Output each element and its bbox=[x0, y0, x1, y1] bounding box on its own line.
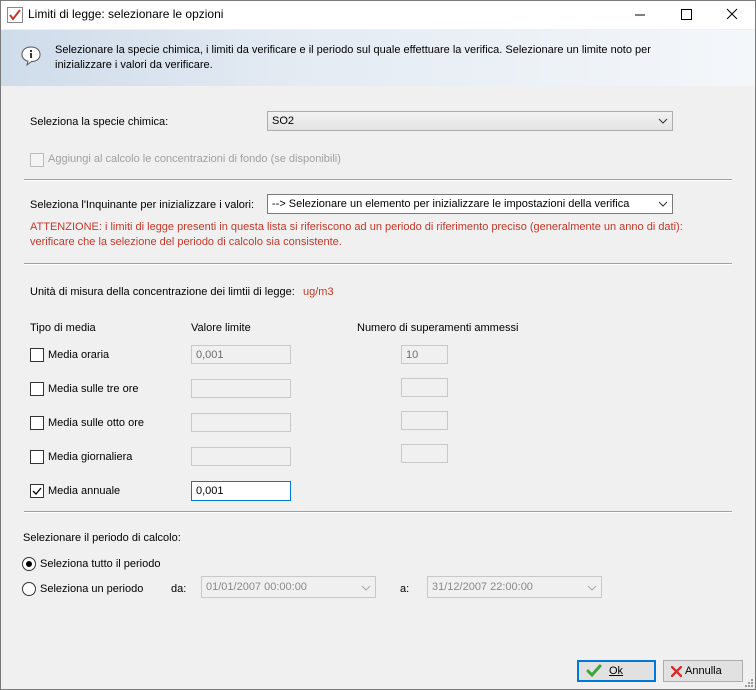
divider bbox=[24, 179, 732, 181]
three-hours-label: Media sulle tre ore bbox=[48, 383, 139, 395]
background-checkbox[interactable] bbox=[30, 153, 44, 167]
range-period-radio[interactable] bbox=[22, 582, 36, 596]
daily-exceed-input[interactable] bbox=[401, 444, 448, 463]
daily-limit-input[interactable] bbox=[191, 447, 291, 466]
info-icon bbox=[20, 45, 42, 67]
annual-checkbox[interactable] bbox=[30, 484, 44, 498]
chevron-down-icon bbox=[587, 585, 597, 591]
from-date-value: 01/01/2007 00:00:00 bbox=[206, 581, 307, 593]
window-title: Limiti di legge: selezionare le opzioni bbox=[28, 7, 224, 21]
hourly-checkbox[interactable] bbox=[30, 348, 44, 362]
all-period-label: Seleziona tutto il periodo bbox=[40, 558, 161, 570]
hourly-limit-input[interactable]: 0,001 bbox=[191, 345, 291, 364]
three-hours-exceed-input[interactable] bbox=[401, 378, 448, 397]
resize-grip-icon[interactable] bbox=[743, 677, 753, 687]
app-icon bbox=[7, 7, 23, 23]
pollutant-select[interactable]: --> Selezionare un elemento per iniziali… bbox=[267, 194, 673, 214]
header-limit-value: Valore limite bbox=[191, 322, 251, 334]
to-date-picker[interactable]: 31/12/2007 22:00:00 bbox=[427, 576, 602, 598]
info-text: Selezionare la specie chimica, i limiti … bbox=[55, 44, 651, 71]
pollutant-value: --> Selezionare un elemento per iniziali… bbox=[272, 198, 630, 210]
species-value: SO2 bbox=[272, 115, 295, 127]
title-bar: Limiti di legge: selezionare le opzioni bbox=[1, 1, 755, 29]
eight-hours-limit-input[interactable] bbox=[191, 413, 291, 432]
three-hours-limit-input[interactable] bbox=[191, 379, 291, 398]
to-label: a: bbox=[400, 583, 410, 595]
units-value: ug/m3 bbox=[303, 286, 334, 298]
header-exceedances: Numero di superamenti ammessi bbox=[357, 322, 519, 334]
chevron-down-icon bbox=[658, 201, 668, 207]
eight-hours-checkbox[interactable] bbox=[30, 416, 44, 430]
annual-limit-input[interactable]: 0,001 bbox=[191, 481, 291, 501]
dialog-window: Limiti di legge: selezionare le opzioni … bbox=[0, 0, 756, 690]
maximize-button[interactable] bbox=[663, 1, 709, 29]
hourly-exceed-value: 10 bbox=[406, 349, 419, 361]
three-hours-checkbox[interactable] bbox=[30, 382, 44, 396]
button-bar: Ok Annulla bbox=[1, 653, 755, 689]
daily-checkbox[interactable] bbox=[30, 450, 44, 464]
species-select[interactable]: SO2 bbox=[267, 111, 673, 131]
checkmark-icon bbox=[32, 487, 42, 495]
cancel-button[interactable]: Annulla bbox=[663, 660, 743, 682]
close-button[interactable] bbox=[709, 1, 755, 29]
info-banner: Selezionare la specie chimica, i limiti … bbox=[1, 30, 755, 86]
ok-label: Ok bbox=[609, 665, 624, 677]
cancel-label: Annulla bbox=[685, 665, 722, 677]
annual-limit-value: 0,001 bbox=[196, 485, 224, 497]
eight-hours-exceed-input[interactable] bbox=[401, 411, 448, 430]
hourly-label: Media oraria bbox=[48, 349, 110, 361]
divider bbox=[24, 511, 732, 513]
background-label: Aggiungi al calcolo le concentrazioni di… bbox=[48, 153, 341, 165]
chevron-down-icon bbox=[361, 585, 371, 591]
daily-label: Media giornaliera bbox=[48, 451, 133, 463]
annual-label: Media annuale bbox=[48, 485, 121, 497]
from-label: da: bbox=[171, 583, 187, 595]
pollutant-label: Seleziona l'Inquinante per inizializzare… bbox=[30, 199, 255, 211]
chevron-down-icon bbox=[658, 118, 668, 124]
hourly-limit-value: 0,001 bbox=[196, 349, 224, 361]
eight-hours-label: Media sulle otto ore bbox=[48, 417, 144, 429]
species-label: Seleziona la specie chimica: bbox=[30, 116, 169, 128]
ok-button[interactable]: Ok bbox=[577, 660, 656, 682]
divider bbox=[24, 263, 732, 265]
hourly-exceed-input[interactable]: 10 bbox=[401, 345, 448, 364]
range-period-label: Seleziona un periodo bbox=[40, 583, 144, 595]
warning-text: ATTENZIONE: i limiti di legge presenti i… bbox=[30, 221, 683, 248]
period-label: Selezionare il periodo di calcolo: bbox=[23, 532, 181, 544]
cancel-icon bbox=[671, 666, 682, 677]
units-label: Unità di misura della concentrazione dei… bbox=[30, 286, 295, 298]
to-date-value: 31/12/2007 22:00:00 bbox=[432, 581, 533, 593]
minimize-button[interactable] bbox=[617, 1, 663, 29]
checkmark-icon bbox=[586, 664, 602, 678]
header-average-type: Tipo di media bbox=[30, 322, 96, 334]
all-period-radio[interactable] bbox=[22, 557, 36, 571]
from-date-picker[interactable]: 01/01/2007 00:00:00 bbox=[201, 576, 376, 598]
